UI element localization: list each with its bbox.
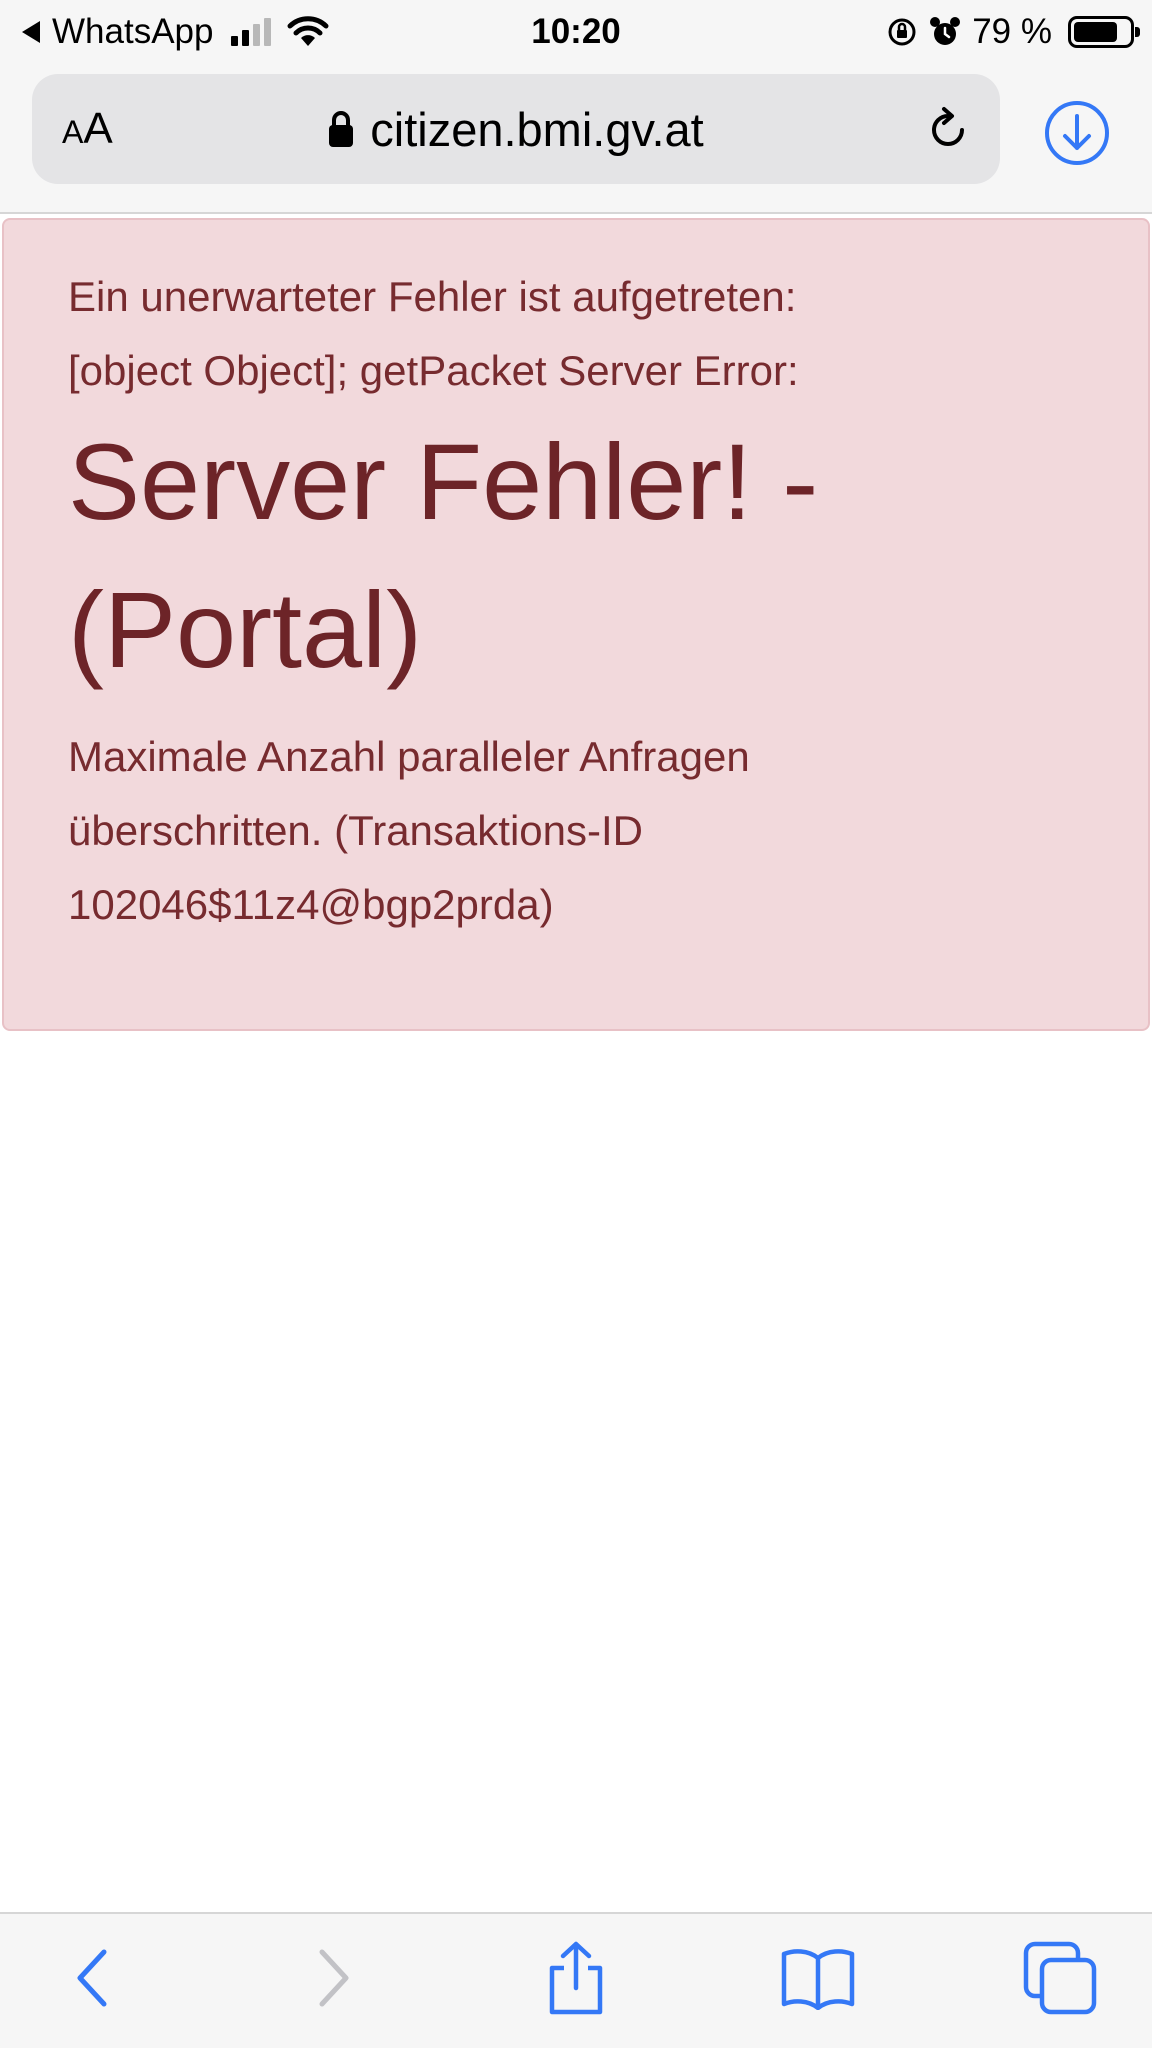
status-bar: WhatsApp 10:20 79 % [0, 0, 1152, 64]
status-indicators: 79 % [886, 6, 1140, 58]
back-button[interactable] [52, 1938, 132, 2018]
error-detail-text: [object Object]; getPacket Server Error: [68, 347, 799, 394]
tabs-button[interactable] [1020, 1938, 1100, 2018]
share-button[interactable] [536, 1938, 616, 2018]
url-display[interactable]: citizen.bmi.gv.at [32, 74, 1000, 184]
orientation-lock-icon [888, 18, 916, 46]
error-message: Maximale Anzahl paralleler Anfragen über… [68, 733, 750, 928]
battery-nub [1135, 27, 1140, 37]
error-intro-text: Ein unerwarteter Fehler ist aufgetreten: [68, 273, 797, 320]
url-text: citizen.bmi.gv.at [370, 102, 704, 156]
share-icon [549, 1941, 603, 2015]
browser-toolbar [0, 1912, 1152, 2048]
back-icon [77, 1949, 107, 2007]
bookmarks-button[interactable] [778, 1938, 858, 2018]
forward-button[interactable] [294, 1938, 374, 2018]
tabs-icon [1023, 1941, 1097, 2015]
battery-fill [1074, 22, 1117, 42]
error-alert: Ein unerwarteter Fehler ist aufgetreten:… [2, 218, 1150, 1031]
battery-percent: 79 % [972, 12, 1052, 51]
reload-icon[interactable] [922, 104, 974, 156]
address-bar[interactable]: AA citizen.bmi.gv.at [32, 74, 1000, 184]
forward-icon [319, 1949, 349, 2007]
downloads-icon[interactable] [1042, 98, 1112, 168]
lock-icon [329, 111, 354, 147]
battery-icon [1068, 16, 1140, 48]
error-heading: Server Fehler! - (Portal) [68, 421, 819, 690]
bookmarks-icon [781, 1949, 855, 2010]
alarm-icon [930, 17, 961, 45]
browser-address-row: AA citizen.bmi.gv.at [0, 64, 1152, 214]
